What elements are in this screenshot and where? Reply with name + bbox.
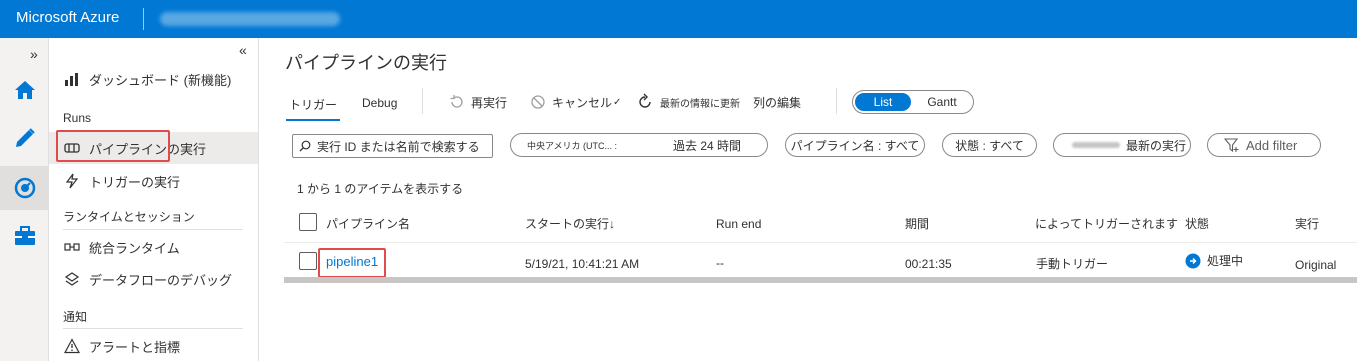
run-start-cell: 5/19/21, 10:41:21 AM [525, 257, 640, 271]
row-checkbox[interactable] [299, 252, 317, 270]
collapse-nav-button[interactable]: « [239, 42, 247, 58]
nav-item-label: アラートと指標 [89, 339, 181, 355]
column-header-pipeline-name[interactable]: パイプライン名 [326, 215, 410, 232]
column-header-run[interactable]: 実行 [1295, 215, 1319, 232]
nav-item-dataflow-debug[interactable]: データフローのデバッグ [49, 263, 258, 295]
nav-section-runs: Runs [63, 111, 92, 125]
edit-columns-button[interactable]: 列の編集 [753, 93, 801, 111]
rerun-label: 再実行 [471, 95, 508, 110]
status-text: 処理中 [1207, 254, 1244, 268]
edit-columns-label: 列の編集 [753, 95, 802, 110]
rail-home[interactable] [0, 68, 49, 112]
nav-divider [63, 328, 243, 329]
timezone-label: 中央アメリカ (UTC... : [527, 140, 618, 151]
refresh-icon [636, 93, 654, 111]
dataflow-icon [63, 270, 81, 288]
nav-divider [63, 229, 243, 230]
latest-runs-label: 最新の実行 [1126, 138, 1187, 153]
column-header-duration[interactable]: 期間 [905, 215, 929, 232]
nav-section-runtimes: ランタイムとセッション [63, 210, 195, 224]
top-bar: Microsoft Azure [0, 0, 1357, 38]
left-rail: » [0, 38, 49, 361]
toolbar-divider [836, 88, 837, 114]
tab-debug[interactable]: Debug [362, 96, 397, 110]
rerun-icon [449, 94, 465, 110]
view-toggle: List Gantt [852, 90, 974, 114]
highlight-box-pipeline-runs [56, 130, 170, 162]
home-icon [14, 81, 35, 99]
latest-runs-filter[interactable]: 最新の実行 [1053, 133, 1191, 157]
status-filter[interactable]: 状態 : すべて [942, 133, 1037, 157]
monitor-gauge-icon [14, 177, 35, 199]
chevron-down-icon: ✓ [613, 96, 622, 108]
filter-prefix-redacted [1072, 142, 1120, 148]
nav-item-alerts[interactable]: アラートと指標 [49, 330, 258, 362]
nav-item-trigger-runs[interactable]: トリガーの実行 [49, 165, 258, 197]
in-progress-icon [1185, 253, 1201, 269]
pencil-icon [15, 128, 35, 147]
nav-item-label: ダッシュボード (新機能) [89, 72, 232, 88]
select-all-checkbox[interactable] [299, 213, 317, 231]
search-placeholder: 実行 ID または名前で検索する [317, 139, 480, 154]
nav-item-label: データフローのデバッグ [89, 272, 233, 288]
funnel-plus-icon [1224, 137, 1240, 153]
item-count-text: 1 から 1 のアイテムを表示する [297, 182, 464, 196]
monitor-nav-panel: « ダッシュボード (新機能) Runs パイプラインの実行 トリガーの実行 ラ… [49, 38, 259, 361]
column-header-run-start[interactable]: スタートの実行↓ [525, 215, 615, 232]
pipeline-name-filter[interactable]: パイプライン名 : すべて [785, 133, 925, 157]
bar-chart-icon [63, 70, 81, 88]
refresh-label: 最新の情報に更新 [660, 98, 740, 110]
cancel-icon [530, 94, 546, 110]
scrollbar-thumb[interactable] [284, 277, 1357, 283]
topbar-divider [143, 8, 144, 30]
pipeline-name-filter-label: パイプライン名 : すべて [790, 138, 920, 153]
time-range-label: 過去 24 時間 [673, 138, 742, 153]
expand-rail-button[interactable]: » [30, 46, 38, 62]
column-header-status[interactable]: 状態 [1185, 215, 1209, 232]
rail-author[interactable] [0, 116, 49, 160]
rerun-button[interactable]: 再実行 [449, 93, 507, 111]
triggered-by-cell: 手動トリガー [1036, 257, 1109, 271]
run-cell: Original [1295, 258, 1337, 272]
tab-active-indicator [286, 119, 340, 121]
column-header-triggered-by[interactable]: によってトリガーされます [1035, 215, 1178, 232]
nav-item-dashboard[interactable]: ダッシュボード (新機能) [49, 63, 258, 95]
factory-name-redacted[interactable] [160, 12, 340, 26]
gantt-view-button[interactable]: Gantt [913, 93, 971, 111]
cancel-button[interactable]: キャンセル ✓ [530, 93, 621, 111]
lightning-icon [63, 172, 81, 190]
horizontal-scrollbar[interactable] [284, 277, 1357, 283]
list-view-button[interactable]: List [855, 93, 911, 111]
search-input[interactable]: 実行 ID または名前で検索する [292, 134, 493, 158]
duration-cell: 00:21:35 [905, 257, 952, 271]
add-filter-label: Add filter [1246, 137, 1298, 153]
integration-runtime-icon [63, 238, 81, 256]
tab-triggered[interactable]: トリガー [289, 96, 337, 113]
nav-item-integration-runtimes[interactable]: 統合ランタイム [49, 231, 258, 263]
add-filter-button[interactable]: Add filter [1207, 133, 1321, 157]
pipeline-name-link[interactable]: pipeline1 [326, 254, 378, 269]
refresh-button[interactable]: 最新の情報に更新 [636, 93, 740, 111]
header-row-divider [284, 242, 1357, 243]
rail-manage[interactable] [0, 214, 49, 258]
page-title: パイプラインの実行 [285, 53, 447, 73]
toolbox-icon [14, 226, 35, 245]
time-range-filter[interactable]: 中央アメリカ (UTC... : 過去 24 時間 [510, 133, 768, 157]
toolbar-divider [422, 88, 423, 114]
search-icon [299, 140, 311, 152]
rail-monitor[interactable] [0, 166, 49, 210]
status-filter-label: 状態 : すべて [955, 138, 1024, 153]
status-cell: 処理中 [1185, 252, 1243, 269]
column-header-run-end[interactable]: Run end [716, 217, 761, 231]
brand-title[interactable]: Microsoft Azure [16, 9, 119, 26]
nav-section-notifications: 通知 [63, 310, 88, 324]
run-end-cell: -- [716, 256, 724, 270]
nav-item-label: 統合ランタイム [89, 240, 180, 256]
cancel-label: キャンセル [552, 95, 613, 110]
nav-item-label: トリガーの実行 [89, 174, 181, 190]
warning-icon [63, 337, 81, 355]
